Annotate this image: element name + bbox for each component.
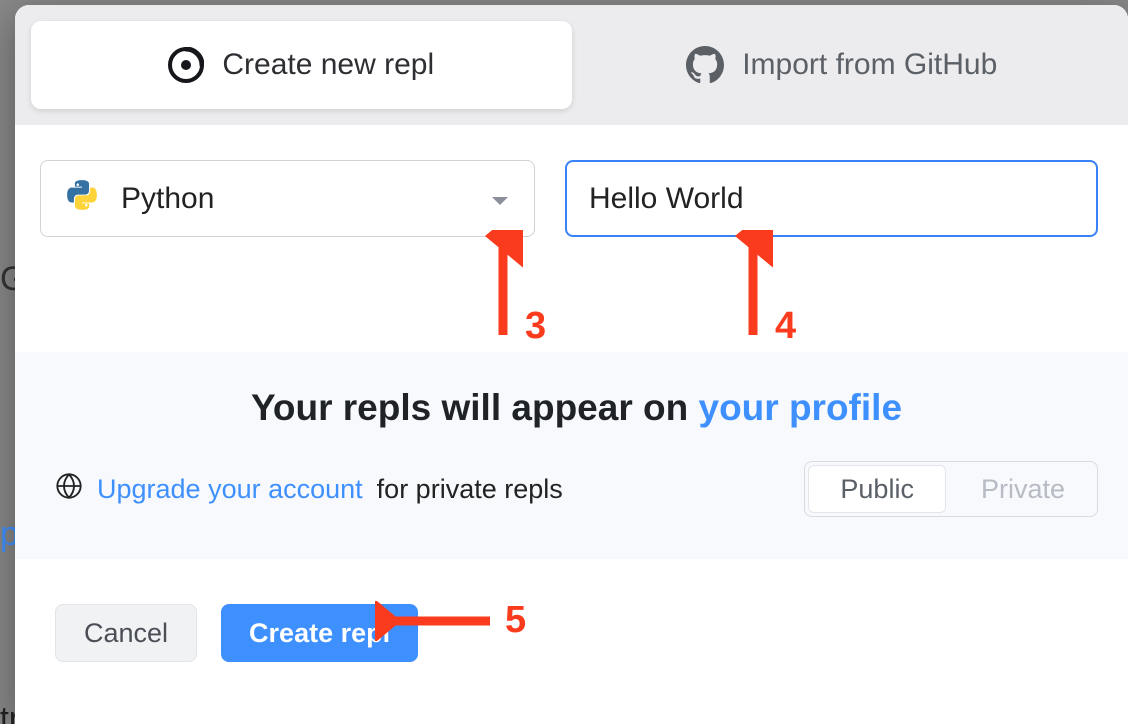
tab-import-github[interactable]: Import from GitHub (572, 21, 1113, 109)
upgrade-suffix: for private repls (377, 474, 563, 505)
tabs: Create new repl Import from GitHub (15, 5, 1128, 125)
upgrade-row: Upgrade your account for private repls P… (55, 461, 1098, 517)
cancel-button[interactable]: Cancel (55, 604, 197, 662)
globe-icon (55, 472, 83, 507)
chevron-down-icon (490, 182, 510, 216)
upgrade-account-link[interactable]: Upgrade your account (97, 474, 363, 505)
toggle-private[interactable]: Private (949, 462, 1097, 516)
visibility-toggle: Public Private (804, 461, 1098, 517)
profile-title: Your repls will appear on your profile (55, 387, 1098, 429)
your-profile-link[interactable]: your profile (699, 387, 903, 428)
annotation-label-3: 3 (525, 305, 546, 348)
replit-icon (168, 47, 204, 83)
repl-name-input[interactable] (565, 160, 1098, 237)
annotation-label-4: 4 (775, 305, 796, 348)
tab-create-label: Create new repl (222, 48, 434, 82)
language-name: Python (121, 182, 214, 216)
annotation-arrow-4 (733, 230, 773, 340)
language-select[interactable]: Python (40, 160, 535, 237)
tab-create-new-repl[interactable]: Create new repl (31, 21, 572, 109)
python-icon (65, 178, 99, 220)
create-repl-button[interactable]: Create repl (221, 604, 418, 662)
backdrop: Gi p try writing a working Hypnotic avoc… (0, 0, 1128, 724)
form-row: Python (15, 125, 1128, 237)
profile-visibility-panel: Your repls will appear on your profile U… (15, 352, 1128, 559)
buttons-row: Cancel Create repl (15, 559, 1128, 662)
toggle-public[interactable]: Public (808, 465, 946, 513)
annotation-arrow-3 (483, 230, 523, 340)
github-icon (686, 46, 724, 84)
new-repl-modal: Create new repl Import from GitHub (15, 5, 1128, 724)
tab-import-label: Import from GitHub (742, 48, 997, 82)
profile-title-prefix: Your repls will appear on (251, 387, 699, 428)
